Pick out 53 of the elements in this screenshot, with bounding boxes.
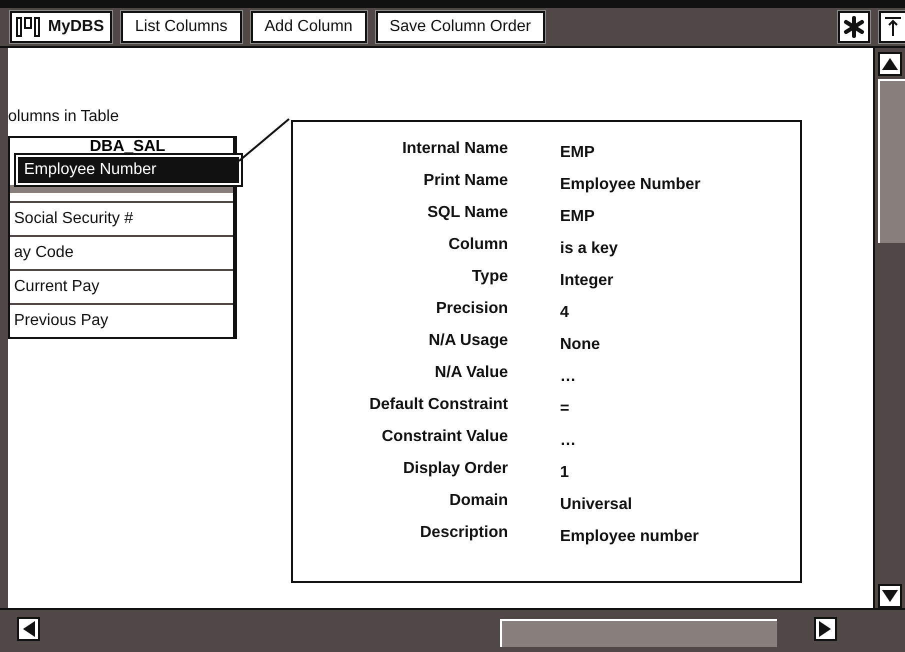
field-label: Default Constraint bbox=[368, 396, 508, 415]
column-list-item[interactable]: Previous Pay bbox=[10, 303, 233, 337]
field-label: Type bbox=[470, 268, 508, 287]
field-value: None bbox=[560, 335, 601, 354]
field-label: SQL Name bbox=[426, 204, 508, 223]
field-value: Universal bbox=[560, 495, 634, 514]
scroll-thumb[interactable] bbox=[878, 79, 905, 243]
field-value: … bbox=[560, 367, 577, 386]
field-value: … bbox=[560, 431, 577, 450]
scroll-left-button[interactable] bbox=[17, 617, 40, 641]
asterisk-icon bbox=[843, 16, 865, 38]
field-value: Employee number bbox=[560, 527, 700, 546]
toolbar-button[interactable]: List Columns bbox=[121, 11, 242, 43]
field-label: Precision bbox=[434, 300, 508, 319]
field-label: Internal Name bbox=[401, 140, 508, 159]
field-value: 1 bbox=[560, 463, 570, 482]
asterisk-button[interactable] bbox=[838, 11, 870, 43]
field-label: Constraint Value bbox=[380, 428, 508, 447]
field-value: 4 bbox=[560, 303, 570, 322]
field-label: Display Order bbox=[402, 460, 508, 479]
field-label: Domain bbox=[448, 492, 508, 511]
field-label: N/A Value bbox=[434, 364, 508, 383]
down-triangle-icon bbox=[882, 590, 898, 602]
field-value: Employee Number bbox=[560, 175, 702, 194]
field-label: Column bbox=[447, 236, 508, 255]
column-list-item[interactable]: Current Pay bbox=[10, 269, 233, 303]
up-triangle-icon bbox=[882, 58, 898, 70]
table-name: DBA_SAL bbox=[88, 138, 166, 155]
field-value: = bbox=[560, 399, 570, 418]
right-triangle-icon bbox=[819, 621, 832, 637]
toolbar-button[interactable]: Add Column bbox=[250, 11, 367, 43]
field-value: is a key bbox=[560, 239, 619, 258]
field-label: Print Name bbox=[422, 172, 508, 191]
bars-logo-icon bbox=[16, 17, 40, 37]
column-list-item[interactable]: ay Code bbox=[10, 235, 233, 269]
scroll-thumb[interactable] bbox=[500, 619, 777, 647]
scroll-down-button[interactable] bbox=[878, 584, 902, 608]
app-menu-button[interactable]: MyDBS bbox=[10, 11, 112, 43]
toolbar-button[interactable]: Save Column Order bbox=[376, 11, 545, 43]
list-caption: olumns in Table bbox=[8, 108, 120, 127]
column-list-item[interactable]: Social Security # bbox=[10, 201, 233, 235]
column-list-item[interactable]: Employee Number bbox=[16, 155, 241, 185]
arrow-to-top-icon bbox=[885, 16, 901, 38]
left-triangle-icon bbox=[22, 621, 35, 637]
leader-line bbox=[238, 118, 290, 162]
field-value: Integer bbox=[560, 271, 614, 290]
scroll-up-button[interactable] bbox=[878, 52, 902, 76]
field-value: EMP bbox=[560, 143, 596, 162]
field-label: N/A Usage bbox=[428, 332, 508, 351]
field-value: EMP bbox=[560, 207, 596, 226]
scroll-top-button[interactable] bbox=[879, 11, 905, 43]
field-label: Description bbox=[418, 524, 508, 543]
scroll-right-button[interactable] bbox=[814, 617, 837, 641]
